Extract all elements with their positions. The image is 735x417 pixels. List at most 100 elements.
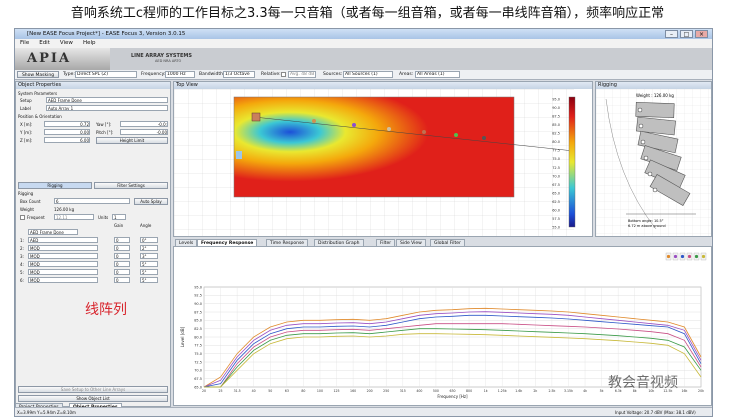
x-tick-label: 125	[333, 389, 339, 393]
x-tick-label: 20k	[698, 389, 704, 393]
spl-scale-tick: 90.0	[552, 106, 560, 110]
box-model-select[interactable]: MOD	[28, 269, 98, 275]
x-axis-label: Frequency [Hz]	[437, 394, 468, 399]
pitch-field[interactable]: -0.00	[120, 129, 168, 135]
relative-checkbox[interactable]	[281, 72, 286, 77]
window-titlebar: [New EASE Focus Project*] - EASE Focus 3…	[15, 29, 712, 39]
box-gain-field[interactable]: 0	[114, 269, 130, 275]
box-list: 1: AED 0 0° 2: MOD 0 2° 3: MOD 0 3° 4: M…	[16, 237, 172, 287]
box-gain-field[interactable]: 0	[114, 277, 130, 283]
input-voltage-status: Input Voltage: 20.7 dBV (Max: 38.1 dBV)	[615, 410, 696, 415]
menu-edit[interactable]: Edit	[34, 40, 55, 46]
auto-splay-button[interactable]: Auto Splay	[134, 198, 168, 205]
units-label: Units	[98, 215, 109, 220]
x-field[interactable]: 0.72	[44, 121, 90, 127]
tab-rigging[interactable]: Rigging	[18, 182, 92, 189]
brand-logo: APIA	[15, 48, 110, 70]
relative-label: Relative:	[261, 72, 281, 77]
spl-scale-tick: 57.5	[552, 217, 560, 221]
tab-filter-settings[interactable]: Filter Settings	[94, 182, 168, 189]
box-model-select[interactable]: MOD	[28, 253, 98, 259]
weight-value: 126.00 kg	[54, 207, 75, 212]
bandwidth-select[interactable]: 1/3 Octave	[223, 71, 255, 78]
legend-marker	[687, 254, 692, 259]
areas-select[interactable]: All Areas (1)	[415, 71, 460, 78]
product-banner: APIA LINE ARRAY SYSTEMS AED NRA ARTO	[15, 48, 712, 70]
watermark-text: 教会音视频	[608, 375, 678, 391]
x-tick-label: 800	[466, 389, 472, 393]
spl-scale-tick: 75.0	[552, 157, 560, 161]
rigging-bottom-angle: Bottom angle: 10.5°	[628, 219, 664, 223]
label-label: Label	[20, 106, 31, 111]
box-index: 2:	[20, 246, 24, 251]
box-model-select[interactable]: MOD	[28, 261, 98, 267]
yaw-field[interactable]: -0.0:	[120, 121, 168, 127]
minimize-button[interactable]: –	[665, 30, 678, 38]
menu-file[interactable]: File	[15, 40, 34, 46]
tab-time-response[interactable]: Time Response	[266, 239, 309, 246]
position-heading: Position & Orientation	[18, 114, 62, 119]
tab-frequency-response[interactable]: Frequency Response	[197, 239, 258, 246]
tab-filter[interactable]: Filter	[376, 239, 396, 246]
relative-field[interactable]: Avg. 48 dB	[288, 71, 316, 78]
frequent-field[interactable]: 12.11	[54, 214, 94, 220]
height-limit-button[interactable]: Height Limit	[96, 137, 168, 144]
close-button[interactable]: ×	[695, 30, 708, 38]
box-gain-field[interactable]: 0	[114, 253, 130, 259]
legend-marker	[673, 254, 678, 259]
setup-select[interactable]: AED Frame Done	[46, 97, 168, 103]
slide-caption: 音响系统工c程师的工作目标之3.3每一只音箱（或者每一组音箱，或者每一串线阵音箱…	[70, 6, 665, 21]
legend-marker	[666, 254, 671, 259]
x-tick-label: 160	[350, 389, 356, 393]
tab-global-filter[interactable]: Global Filter	[430, 239, 465, 246]
system-parameters-heading: System Parameters	[18, 91, 58, 96]
spl-scale-tick: 85.0	[552, 123, 560, 127]
legend-marker	[680, 254, 685, 259]
box-angle-field[interactable]: 2°	[140, 245, 158, 251]
box-angle-field[interactable]: 0°	[140, 237, 158, 243]
box-angle-field[interactable]: 3°	[140, 253, 158, 259]
box-angle-field[interactable]: 5°	[140, 261, 158, 267]
box-index: 6:	[20, 278, 24, 283]
x-tick-label: 20	[202, 389, 206, 393]
tab-distribution-graph[interactable]: Distribution Graph	[314, 239, 364, 246]
spl-scale-tick: 65.0	[552, 191, 560, 195]
tab-levels[interactable]: Levels	[175, 239, 198, 246]
listener-marker	[312, 119, 316, 123]
y-tick-label: 65.0	[194, 385, 202, 389]
label-field[interactable]: Auto Array 1	[46, 105, 168, 111]
box-gain-field[interactable]: 0	[114, 245, 130, 251]
status-bar: X=3.99m Y=5.94m Z=8.10m Input Voltage: 2…	[15, 407, 712, 416]
frequency-select[interactable]: 1000 Hz	[165, 71, 195, 78]
tab-side-view[interactable]: Side View	[396, 239, 426, 246]
frame-row-field[interactable]: AED Frame Done	[28, 229, 78, 235]
z-field[interactable]: 6.00	[44, 137, 90, 143]
units-field[interactable]: 1	[112, 214, 126, 220]
rigging-panel: Rigging Weight : 126.00 kg Bottom angle:…	[595, 81, 712, 237]
box-angle-field[interactable]: 5°	[140, 277, 158, 283]
y-tick-label: 75.0	[194, 352, 202, 356]
rigging-title: Rigging	[596, 82, 711, 89]
box-gain-field[interactable]: 0	[114, 261, 130, 267]
type-select[interactable]: Direct SPL (Z)	[75, 71, 137, 78]
box-model-select[interactable]: MOD	[28, 245, 98, 251]
menu-help[interactable]: Help	[78, 40, 101, 46]
show-object-list-button[interactable]: Show Object List	[18, 395, 168, 402]
maximize-button[interactable]: □	[680, 30, 693, 38]
y-field[interactable]: 0.00	[44, 129, 90, 135]
y-axis-label: Level [dB]	[180, 326, 185, 347]
show-masking-button[interactable]: Show Masking	[17, 71, 59, 78]
y-tick-label: 92.5	[194, 294, 202, 298]
box-angle-field[interactable]: 5°	[140, 269, 158, 275]
box-count-select[interactable]: 6	[54, 198, 130, 204]
frequent-checkbox[interactable]	[20, 215, 25, 220]
sources-select[interactable]: All Sources (1)	[343, 71, 393, 78]
save-setup-button[interactable]: Save Setup to Other Line Arrays	[18, 386, 168, 393]
setup-label: Setup	[20, 98, 32, 103]
box-gain-field[interactable]: 0	[114, 237, 130, 243]
box-model-select[interactable]: MOD	[28, 277, 98, 283]
box-model-select[interactable]: AED	[28, 237, 98, 243]
spl-scale-tick: 82.5	[552, 132, 560, 136]
y-tick-label: 87.5	[194, 310, 202, 314]
menu-view[interactable]: View	[55, 40, 78, 46]
